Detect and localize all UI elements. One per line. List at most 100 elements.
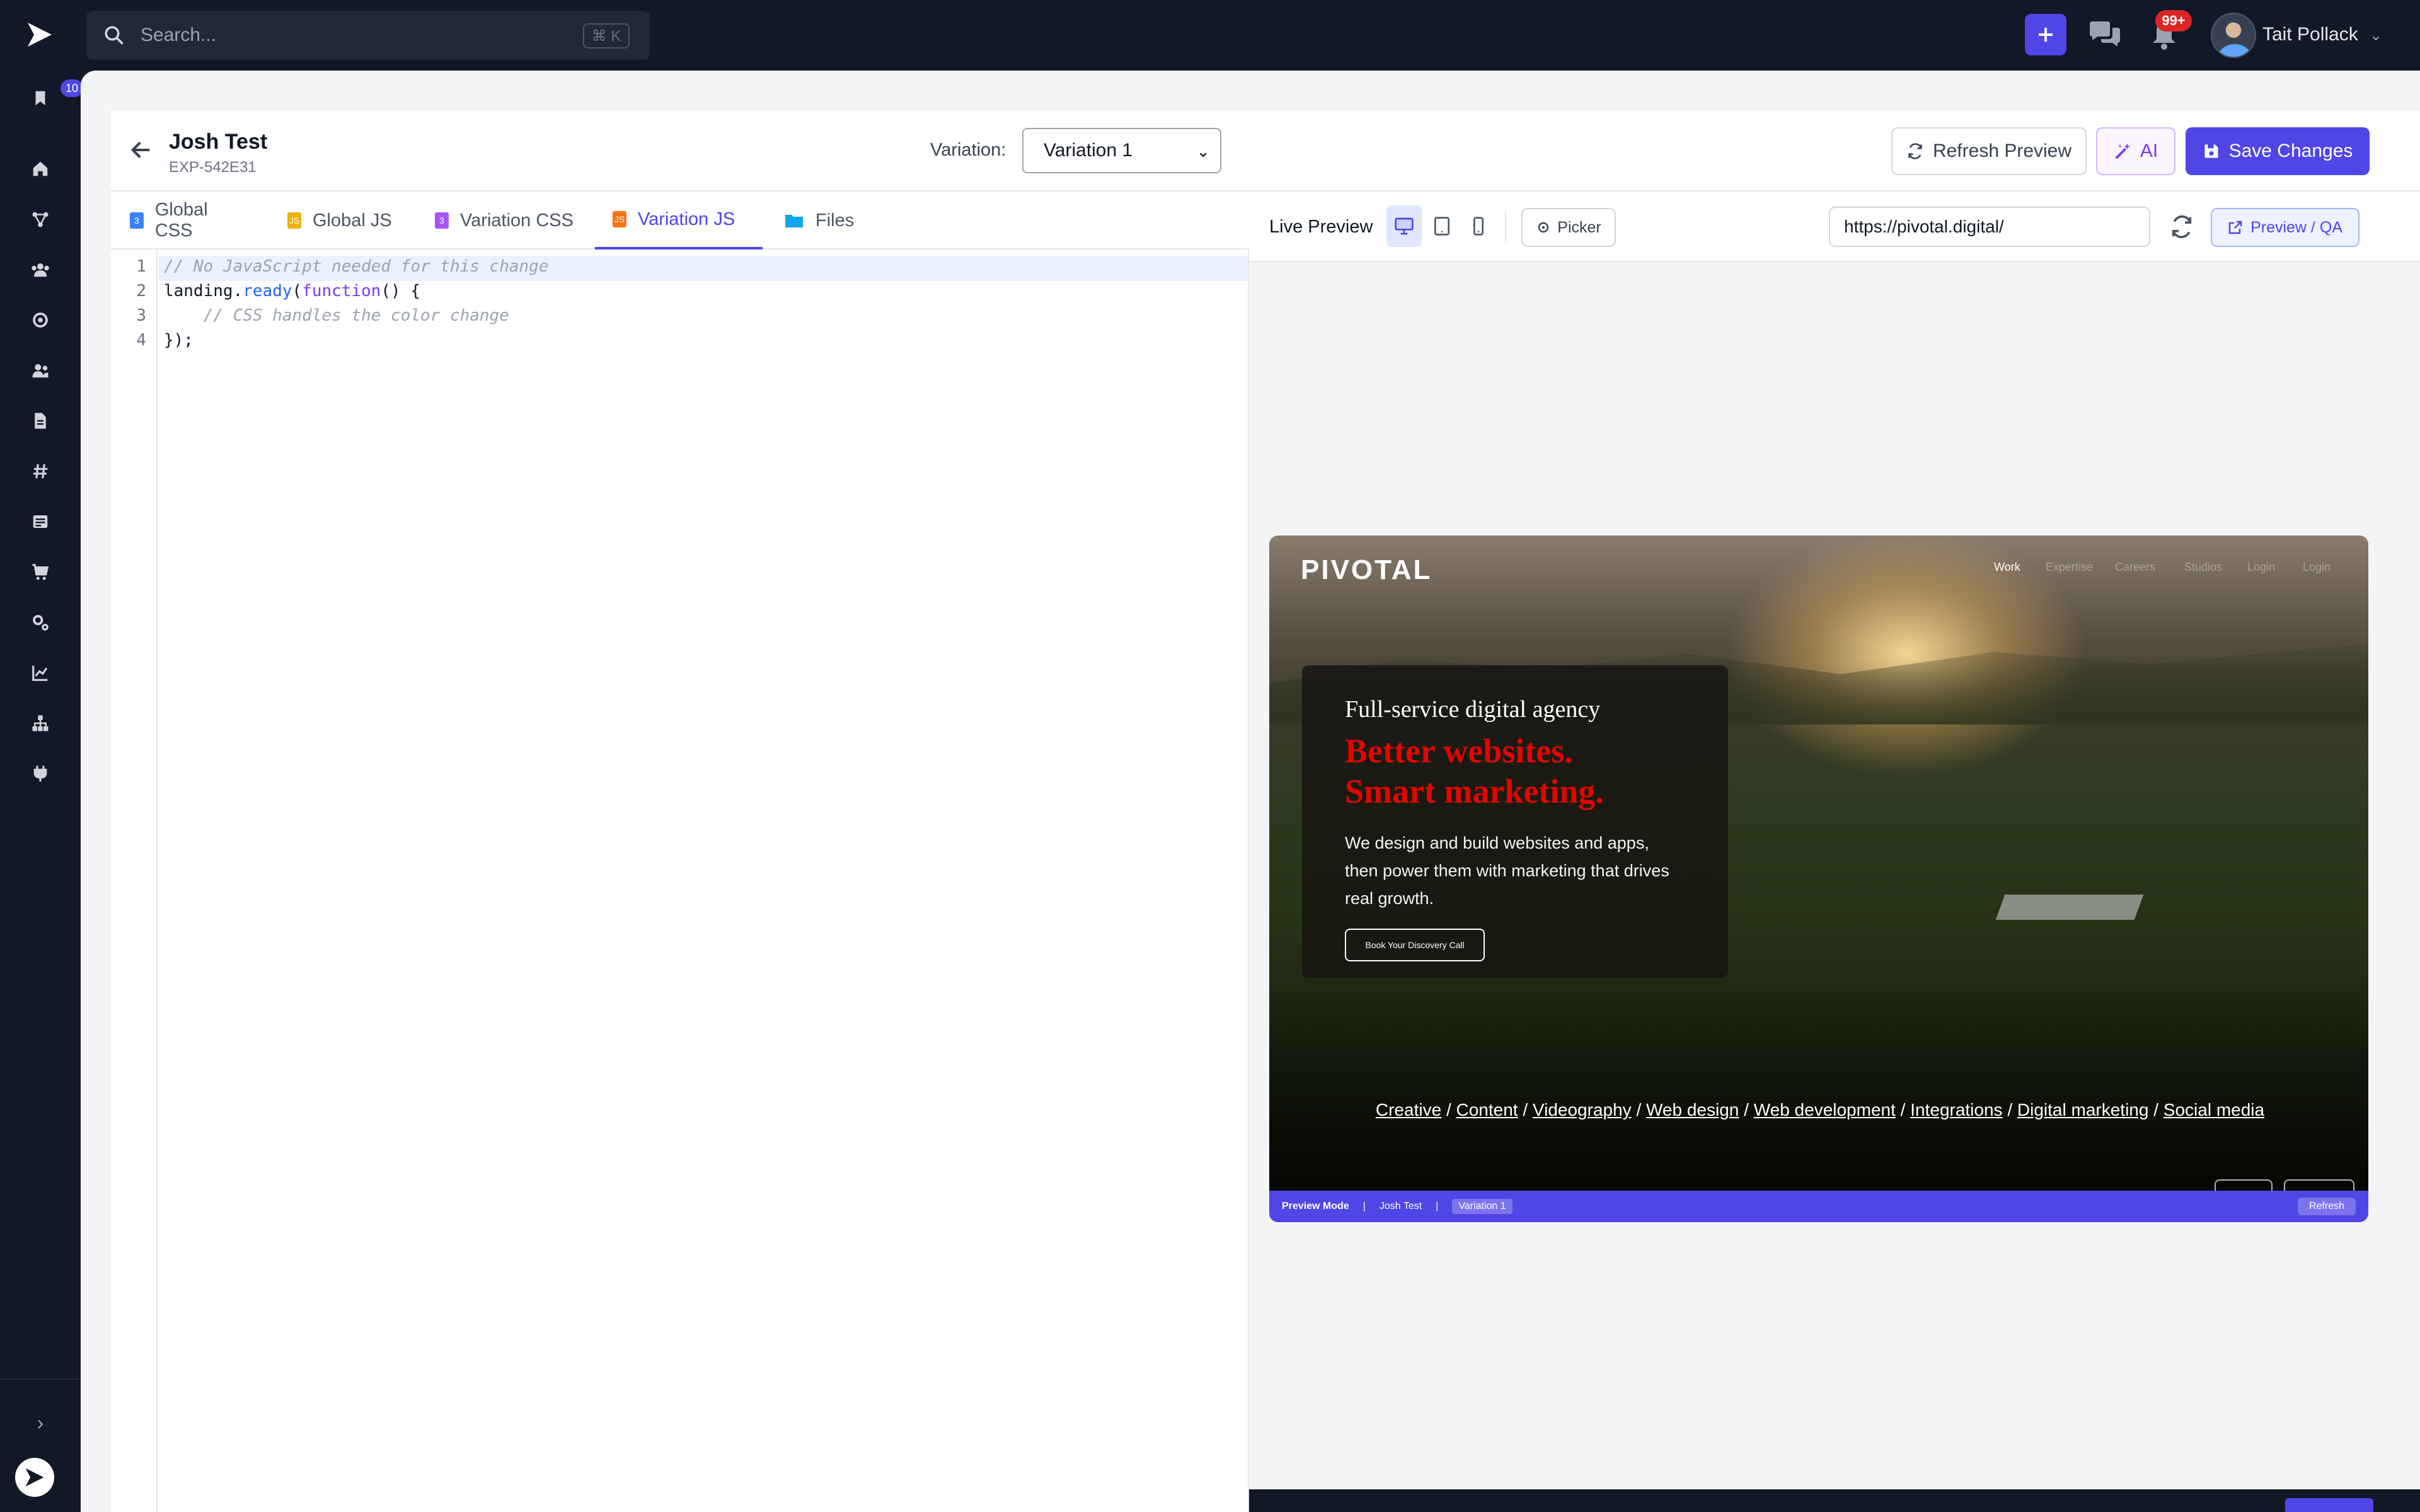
code-line-2[interactable]: landing.ready(function() { bbox=[164, 282, 420, 301]
create-button[interactable] bbox=[2025, 14, 2066, 55]
audiences-icon[interactable] bbox=[29, 258, 52, 281]
code-line-1[interactable]: // No JavaScript needed for this change bbox=[164, 257, 548, 276]
preview-bar-separator: | bbox=[1363, 1201, 1366, 1211]
preview-mode-label: Preview Mode bbox=[1282, 1201, 1349, 1211]
site-nav-item[interactable]: Careers bbox=[2115, 561, 2155, 574]
service-link[interactable]: Content bbox=[1456, 1100, 1518, 1120]
site-logo[interactable]: PIVOTAL bbox=[1301, 554, 1432, 586]
search-input[interactable]: Search... ⌘ K bbox=[86, 11, 650, 60]
preview-bottom-bar bbox=[1249, 1489, 2420, 1512]
site-nav-item[interactable]: Login bbox=[2303, 561, 2331, 574]
js-file-icon: JS bbox=[613, 211, 626, 227]
footer-logo-icon[interactable] bbox=[15, 1458, 54, 1497]
save-changes-button[interactable]: Save Changes bbox=[2186, 127, 2370, 175]
bottom-bar-button[interactable] bbox=[2285, 1498, 2373, 1512]
bookmark-icon[interactable] bbox=[29, 87, 52, 110]
tab-variation-css[interactable]: 3 Variation CSS bbox=[435, 192, 586, 249]
app-logo-icon[interactable] bbox=[24, 19, 55, 50]
experiment-title: Josh Test bbox=[169, 130, 268, 154]
service-link[interactable]: Integrations bbox=[1910, 1100, 2002, 1120]
hero-headline-line-1: Better websites. bbox=[1345, 732, 1573, 770]
chevron-down-icon[interactable]: ⌄ bbox=[2370, 26, 2382, 45]
hashtag-icon[interactable] bbox=[29, 460, 52, 483]
discovery-call-button[interactable]: Book Your Discovery Call bbox=[1345, 929, 1485, 961]
code-line-4[interactable]: }); bbox=[164, 331, 193, 350]
service-link[interactable]: Digital marketing bbox=[2017, 1100, 2149, 1120]
avatar[interactable] bbox=[2211, 13, 2256, 58]
hero-vignette bbox=[1269, 976, 2368, 1191]
users-icon[interactable] bbox=[29, 359, 52, 382]
expand-sidebar-icon[interactable]: › bbox=[29, 1411, 52, 1434]
tab-files[interactable]: Files bbox=[784, 192, 866, 249]
home-icon[interactable] bbox=[29, 158, 52, 180]
service-link[interactable]: Social media bbox=[2164, 1100, 2264, 1120]
mobile-icon bbox=[1473, 217, 1484, 236]
preview-mode-bar: Preview Mode | Josh Test | Variation 1 R… bbox=[1269, 1191, 2368, 1222]
service-link[interactable]: Web design bbox=[1646, 1100, 1739, 1120]
ai-label: AI bbox=[2140, 140, 2158, 161]
code-token: function bbox=[302, 282, 381, 301]
refresh-preview-button[interactable]: Refresh Preview bbox=[1891, 127, 2087, 175]
service-separator: / bbox=[1636, 1100, 1642, 1120]
preview-url-input[interactable]: https://pivotal.digital/ bbox=[1829, 207, 2150, 247]
preview-qa-button[interactable]: Preview / QA bbox=[2211, 208, 2360, 247]
line-number: 1 bbox=[136, 257, 146, 276]
bookmark-count-badge: 10 bbox=[60, 79, 83, 97]
notification-badge: 99+ bbox=[2155, 10, 2192, 32]
service-separator: / bbox=[1446, 1100, 1451, 1120]
hero-eyebrow: Full-service digital agency bbox=[1345, 696, 1601, 723]
plug-icon[interactable] bbox=[29, 762, 52, 785]
line-number-gutter: 1 2 3 4 bbox=[111, 249, 158, 1512]
preview-experiment-name: Josh Test bbox=[1379, 1201, 1422, 1211]
cart-icon[interactable] bbox=[29, 561, 52, 583]
picker-button[interactable]: Picker bbox=[1521, 208, 1616, 247]
content-icon[interactable] bbox=[29, 510, 52, 533]
hero-headline: Better websites. Smart marketing. bbox=[1345, 731, 1723, 811]
preview-bar-refresh-button[interactable]: Refresh bbox=[2297, 1198, 2356, 1215]
services-list: Creative / Content / Videography / Web d… bbox=[1366, 1100, 2274, 1120]
hero-headline-line-2: Smart marketing. bbox=[1345, 772, 1604, 810]
tab-global-js-label: Global JS bbox=[313, 210, 392, 231]
analytics-icon[interactable] bbox=[29, 662, 52, 684]
refresh-icon bbox=[1908, 143, 1922, 159]
refresh-preview-label: Refresh Preview bbox=[1932, 140, 2072, 161]
site-nav-item[interactable]: Expertise bbox=[2046, 561, 2093, 574]
tablet-view-button[interactable] bbox=[1424, 205, 1460, 247]
service-separator: / bbox=[2153, 1100, 2158, 1120]
site-nav-item[interactable]: Work bbox=[1994, 561, 2020, 574]
code-token: ( bbox=[292, 282, 302, 301]
site-nav-item[interactable]: Login bbox=[2247, 561, 2275, 574]
back-arrow-icon[interactable] bbox=[129, 137, 154, 163]
integrations-icon[interactable] bbox=[29, 208, 52, 231]
mobile-view-button[interactable] bbox=[1461, 205, 1496, 247]
line-number: 4 bbox=[136, 331, 146, 350]
service-link[interactable]: Web development bbox=[1754, 1100, 1896, 1120]
chevron-down-icon: ⌄ bbox=[1196, 142, 1210, 161]
save-icon bbox=[2204, 144, 2218, 158]
site-nav-item[interactable]: Studios bbox=[2184, 561, 2222, 574]
magic-wand-icon bbox=[2115, 143, 2131, 159]
tab-variation-js[interactable]: JS Variation JS bbox=[595, 192, 763, 249]
service-link[interactable]: Videography bbox=[1533, 1100, 1632, 1120]
sitemap-icon[interactable] bbox=[29, 712, 52, 735]
hero-body-text: We design and build websites and apps, t… bbox=[1345, 833, 1669, 908]
preview-frame[interactable]: PIVOTAL Work Expertise Careers Studios L… bbox=[1269, 536, 2368, 1222]
variation-select[interactable]: Variation 1 ⌄ bbox=[1022, 128, 1221, 173]
settings-icon[interactable] bbox=[29, 611, 52, 634]
tab-global-js[interactable]: JS Global JS bbox=[287, 192, 395, 249]
experiments-icon[interactable] bbox=[29, 309, 52, 331]
service-link[interactable]: Creative bbox=[1376, 1100, 1441, 1120]
document-icon[interactable] bbox=[29, 410, 52, 432]
folder-icon bbox=[785, 215, 803, 227]
code-line-3[interactable]: // CSS handles the color change bbox=[164, 306, 509, 325]
reload-icon[interactable] bbox=[2169, 214, 2194, 239]
ai-button[interactable]: AI bbox=[2096, 127, 2175, 175]
user-name[interactable]: Tait Pollack bbox=[2262, 24, 2358, 45]
service-separator: / bbox=[2007, 1100, 2013, 1120]
desktop-view-button[interactable] bbox=[1386, 205, 1422, 247]
tab-global-css[interactable]: 3 Global CSS bbox=[130, 192, 250, 249]
code-editor[interactable]: 1 2 3 4 // No JavaScript needed for this… bbox=[111, 249, 1249, 1512]
service-separator: / bbox=[1744, 1100, 1749, 1120]
chat-icon[interactable] bbox=[2087, 19, 2123, 50]
preview-title: Live Preview bbox=[1269, 217, 1373, 237]
